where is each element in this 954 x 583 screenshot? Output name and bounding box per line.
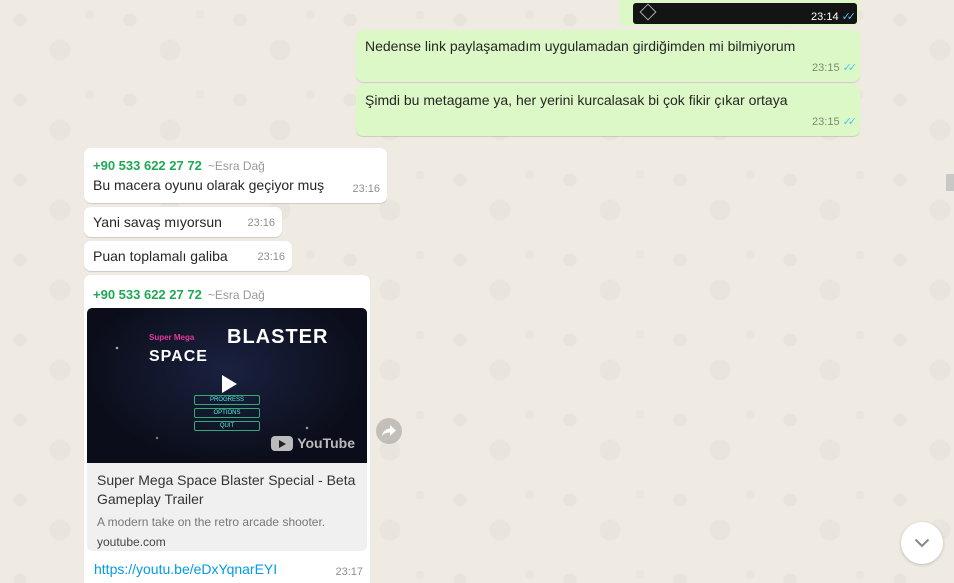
message-text: Yani savaş mıyorsun [93,214,222,230]
outgoing-message[interactable]: Nedense link paylaşamadım uygulamadan gi… [356,30,860,82]
game-logo: Super Mega SPACE BLASTER [149,326,329,365]
forward-icon [382,425,396,437]
message-time: 23:16 [247,217,275,229]
message-time: 23:16 [352,183,380,195]
forward-button[interactable] [376,418,402,444]
incoming-message[interactable]: Puan toplamalı galiba 23:16 [84,241,292,271]
sender-line: +90 533 622 27 72 ~Esra Dağ [93,285,265,305]
message-time: 23:16 [257,251,285,263]
link-preview-description: A modern take on the retro arcade shoote… [97,515,326,529]
youtube-icon [271,436,294,451]
link-preview-domain: youtube.com [97,535,166,549]
message-time: 23:15 ✓✓ [812,59,858,78]
read-ticks-icon: ✓✓ [842,116,858,128]
message-time: 23:15 ✓✓ [812,113,858,132]
scrollbar-thumb[interactable] [946,174,954,191]
play-icon[interactable] [216,372,240,396]
message-text: Nedense link paylaşamadım uygulamadan gi… [365,38,796,54]
message-text: Puan toplamalı galiba [93,248,228,264]
chevron-down-icon [914,538,930,548]
message-text: Şimdi bu metagame ya, her yerini kurcala… [365,92,788,108]
outgoing-media-message[interactable]: 23:14 ✓✓ [619,0,859,26]
scroll-to-bottom-button[interactable] [901,522,943,564]
sender-phone[interactable]: +90 533 622 27 72 [93,158,202,173]
read-ticks-icon: ✓✓ [842,62,858,74]
video-thumbnail[interactable]: Super Mega SPACE BLASTER . PROGRESS OPTI… [87,308,367,463]
youtube-watermark: YouTube [271,434,355,453]
incoming-message[interactable]: Yani savaş mıyorsun 23:16 [84,207,282,237]
sender-alias: ~Esra Dağ [207,288,265,302]
message-time: 23:14 ✓✓ [811,10,857,24]
message-link[interactable]: https://youtu.be/eDxYqnarEYI [94,560,277,579]
message-time: 23:17 [335,566,363,578]
incoming-link-message[interactable]: +90 533 622 27 72 ~Esra Dağ Super Mega SP… [84,275,370,583]
message-text: Bu macera oyunu olarak geçiyor muş [93,177,325,193]
sender-phone[interactable]: +90 533 622 27 72 [93,287,202,302]
outgoing-message[interactable]: Şimdi bu metagame ya, her yerini kurcala… [356,84,860,136]
incoming-message[interactable]: +90 533 622 27 72 ~Esra Dağ Bu macera oyu… [84,148,387,203]
read-ticks-icon: ✓✓ [841,11,857,23]
link-preview-card[interactable]: Super Mega Space Blaster Special - Beta … [87,463,367,551]
sender-alias: ~Esra Dağ [207,159,265,173]
link-preview-title: Super Mega Space Blaster Special - Beta … [97,472,356,507]
sender-line: +90 533 622 27 72 ~Esra Dağ [93,156,265,176]
